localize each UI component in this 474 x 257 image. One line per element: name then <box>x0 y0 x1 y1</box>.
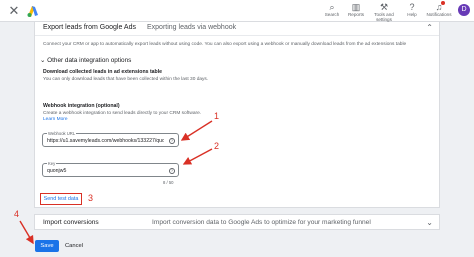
annotation-arrow-4 <box>19 220 34 245</box>
annotation-number-2: 2 <box>214 141 220 151</box>
annotation-number-4: 4 <box>14 209 20 219</box>
annotation-arrows <box>19 120 213 245</box>
annotation-number-3: 3 <box>88 193 94 203</box>
annotation-arrow-1 <box>180 120 213 141</box>
annotation-number-1: 1 <box>214 111 220 121</box>
annotation-arrow-2 <box>182 148 213 165</box>
